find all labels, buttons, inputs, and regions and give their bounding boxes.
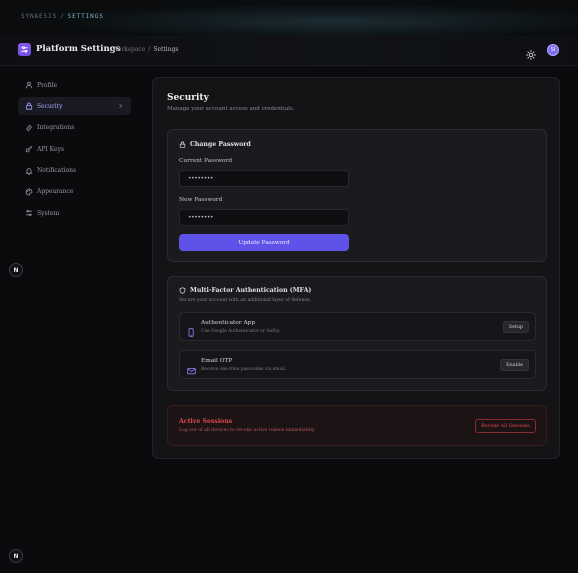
lock-icon: [25, 102, 33, 110]
mfa-method-authenticator: Authenticator App Use Google Authenticat…: [179, 312, 536, 341]
sidebar-item-api-keys[interactable]: API Keys: [18, 140, 131, 158]
top-breadcrumb-separator: /: [60, 13, 65, 20]
enable-email-otp-button[interactable]: Enable: [500, 359, 529, 371]
app-logo-icon[interactable]: [18, 43, 31, 56]
sidebar-item-integrations[interactable]: Integrations: [18, 119, 131, 137]
assistant-fab-button[interactable]: N: [9, 263, 23, 277]
update-password-button[interactable]: Update Password: [179, 234, 349, 251]
mfa-method-desc: Receive one-time passcodes via email.: [201, 367, 287, 372]
breadcrumb-settings: Settings: [153, 46, 179, 53]
sidebar-item-label: Profile: [37, 81, 57, 89]
change-password-title: Change Password: [179, 141, 251, 148]
active-sessions-card: Active Sessions Log out of all devices t…: [167, 405, 547, 446]
sidebar-item-label: System: [37, 209, 60, 217]
top-breadcrumb-brand[interactable]: SYNAESIS: [21, 13, 57, 20]
mfa-method-name: Authenticator App: [201, 320, 256, 326]
user-icon: [25, 81, 33, 89]
mfa-card: Multi-Factor Authentication (MFA) Secure…: [167, 276, 547, 391]
mfa-method-desc: Use Google Authenticator or Authy.: [201, 329, 281, 334]
header-breadcrumb: Workspace / Settings: [112, 46, 179, 53]
chevron-right-icon: [118, 102, 123, 112]
change-password-card: Change Password Current Password •••••••…: [167, 129, 547, 262]
settings-sidebar: Profile Security Integrations API Keys N…: [18, 76, 131, 226]
top-breadcrumb-current: SETTINGS: [67, 13, 104, 20]
sidebar-item-label: API Keys: [37, 145, 64, 153]
active-sessions-desc: Log out of all devices to revoke active …: [179, 428, 316, 433]
assistant-fab-button-bottom[interactable]: N: [9, 549, 23, 563]
top-breadcrumb: SYNAESIS / SETTINGS: [21, 13, 104, 20]
sidebar-item-label: Security: [37, 102, 63, 110]
sidebar-item-label: Appearance: [37, 188, 74, 196]
user-avatar[interactable]: SI: [547, 44, 559, 56]
new-password-field[interactable]: ••••••••: [179, 209, 349, 226]
sidebar-item-security[interactable]: Security: [18, 97, 131, 116]
active-sessions-title: Active Sessions: [179, 418, 233, 425]
sidebar-item-appearance[interactable]: Appearance: [18, 183, 131, 201]
current-password-field[interactable]: ••••••••: [179, 170, 349, 187]
key-icon: [25, 145, 33, 153]
palette-icon: [25, 188, 33, 196]
sidebar-item-label: Integrations: [37, 124, 75, 132]
sidebar-item-label: Notifications: [37, 167, 77, 175]
link-icon: [25, 124, 33, 132]
breadcrumb-separator: /: [148, 46, 151, 53]
mfa-method-email: Email OTP Receive one-time passcodes via…: [179, 350, 536, 379]
sidebar-item-profile[interactable]: Profile: [18, 76, 131, 94]
sidebar-item-system[interactable]: System: [18, 204, 131, 222]
page-subtitle: Manage your account access and credentia…: [167, 106, 295, 112]
setup-authenticator-button[interactable]: Setup: [502, 321, 529, 333]
security-panel: Security Manage your account access and …: [152, 77, 560, 459]
smartphone-icon: [187, 322, 195, 341]
sliders-icon: [25, 209, 33, 217]
lock-icon: [179, 141, 186, 148]
app-title: Platform Settings: [36, 44, 121, 54]
shield-icon: [179, 287, 186, 294]
sidebar-item-notifications[interactable]: Notifications: [18, 162, 131, 180]
current-password-label: Current Password: [179, 158, 233, 164]
mail-icon: [187, 360, 196, 379]
revoke-all-sessions-button[interactable]: Revoke All Sessions: [475, 419, 536, 433]
mfa-title-text: Multi-Factor Authentication (MFA): [190, 287, 312, 294]
bell-icon: [25, 167, 33, 175]
page-title: Security: [167, 93, 209, 103]
change-password-title-text: Change Password: [190, 141, 251, 148]
mfa-subtitle: Secure your account with an additional l…: [179, 298, 311, 303]
mfa-method-name: Email OTP: [201, 358, 233, 364]
mfa-title: Multi-Factor Authentication (MFA): [179, 287, 311, 294]
breadcrumb-workspace[interactable]: Workspace: [112, 46, 145, 53]
theme-toggle-sun-icon[interactable]: [526, 45, 536, 60]
new-password-label: New Password: [179, 197, 223, 203]
app-header: Platform Settings Workspace / Settings SI: [0, 36, 578, 66]
